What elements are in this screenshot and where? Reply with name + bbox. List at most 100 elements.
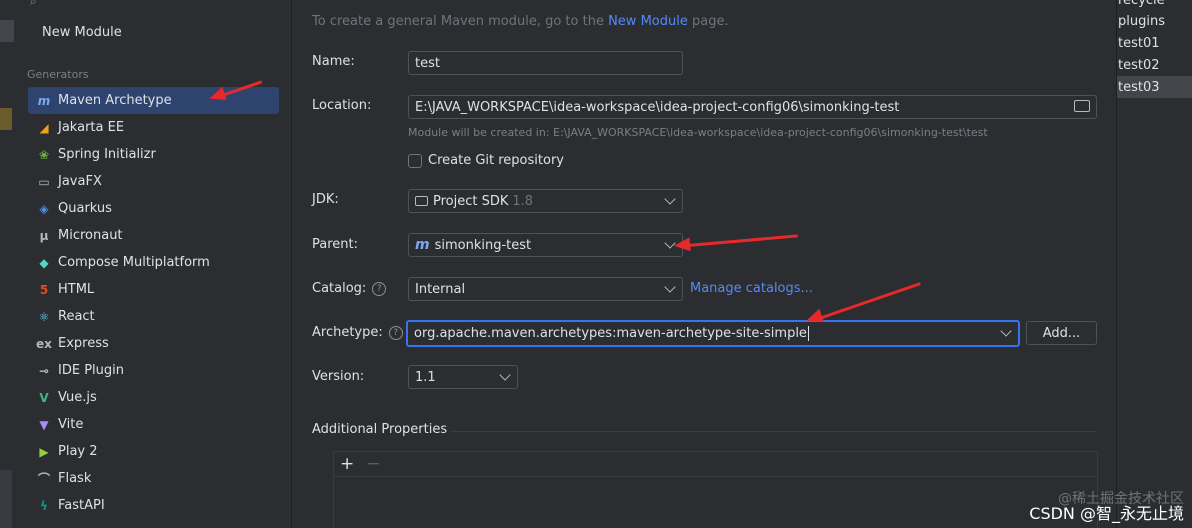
generators-sidebar: ⌕ New Module Generators m Maven Archetype…	[16, 0, 292, 528]
jdk-select[interactable]: Project SDK 1.8	[408, 189, 683, 213]
parent-value: simonking-test	[434, 237, 532, 253]
express-icon: ex	[36, 336, 52, 351]
additional-properties-title: Additional Properties	[312, 422, 448, 437]
name-value: test	[415, 55, 440, 71]
jdk-value: Project SDK	[433, 193, 509, 209]
generators-section-label: Generators	[27, 68, 89, 81]
add-archetype-button[interactable]: Add...	[1026, 321, 1097, 345]
jdk-label: JDK:	[312, 192, 339, 207]
jakarta-icon: ◢	[39, 120, 49, 135]
chevron-down-icon	[499, 369, 511, 381]
create-git-checkbox[interactable]	[408, 154, 422, 168]
plugin-icon: ⊸	[38, 363, 50, 378]
generator-label: JavaFX	[58, 174, 102, 189]
edge-marker	[0, 470, 12, 528]
manage-catalogs-link[interactable]: Manage catalogs...	[690, 281, 813, 296]
generator-label: FastAPI	[58, 498, 105, 513]
catalog-label: Catalog:?	[312, 281, 387, 296]
generator-label: IDE Plugin	[58, 363, 124, 378]
generator-item[interactable]: ϟ FastAPI	[28, 492, 279, 519]
properties-table: + −	[333, 451, 1098, 528]
generator-label: Compose Multiplatform	[58, 255, 210, 270]
generator-label: Play 2	[58, 444, 98, 459]
help-icon[interactable]: ?	[372, 281, 387, 296]
generator-item[interactable]: 5 HTML	[28, 276, 279, 303]
name-input[interactable]: test	[408, 51, 683, 75]
chevron-down-icon	[664, 193, 676, 205]
location-input[interactable]: E:\JAVA_WORKSPACE\idea-workspace\idea-pr…	[408, 95, 1097, 119]
chevron-down-icon	[664, 281, 676, 293]
spring-icon: ❀	[38, 147, 50, 162]
help-icon[interactable]: ?	[388, 325, 403, 340]
html5-icon: 5	[39, 282, 49, 297]
compose-icon: ◆	[39, 255, 49, 270]
generator-item[interactable]: ⊸ IDE Plugin	[28, 357, 279, 384]
generator-item[interactable]: ▼ Vite	[28, 411, 279, 438]
generator-label: Vue.js	[58, 390, 97, 405]
generator-label: HTML	[58, 282, 95, 297]
search-icon[interactable]: ⌕	[30, 0, 37, 9]
module-form: To create a general Maven module, go to …	[292, 0, 1116, 528]
fastapi-icon: ϟ	[40, 498, 48, 513]
maven-icon: m	[415, 237, 430, 253]
generator-item[interactable]: m Maven Archetype	[28, 87, 279, 114]
generator-label: Jakarta EE	[58, 120, 125, 135]
micronaut-icon: μ	[39, 228, 49, 243]
section-divider	[450, 431, 1096, 432]
flask-icon: ⌒	[37, 472, 50, 486]
generator-item[interactable]: ❀ Spring Initializr	[28, 141, 279, 168]
project-tree-item[interactable]: test03	[1117, 76, 1192, 98]
generator-item[interactable]: V Vue.js	[28, 384, 279, 411]
new-module-link[interactable]: New Module	[608, 14, 688, 29]
location-hint: Module will be created in: E:\JAVA_WORKS…	[408, 126, 988, 139]
remove-property-icon: −	[366, 454, 381, 474]
left-edge-strip	[0, 0, 16, 528]
generator-item[interactable]: ◢ Jakarta EE	[28, 114, 279, 141]
create-git-label[interactable]: Create Git repository	[428, 153, 564, 168]
catalog-select[interactable]: Internal	[408, 277, 683, 301]
catalog-value: Internal	[415, 281, 466, 297]
edge-marker	[0, 20, 14, 42]
add-property-icon[interactable]: +	[340, 454, 354, 474]
generator-list: m Maven Archetype ◢ Jakarta EE ❀ Spring Initi…	[28, 87, 279, 519]
generator-label: React	[58, 309, 95, 324]
hint-text: To create a general Maven module, go to …	[312, 14, 609, 29]
name-label: Name:	[312, 54, 355, 69]
generator-item[interactable]: ▶ Play 2	[28, 438, 279, 465]
generator-item[interactable]: ex Express	[28, 330, 279, 357]
project-tree-item[interactable]: plugins	[1117, 10, 1192, 32]
generator-item[interactable]: μ Micronaut	[28, 222, 279, 249]
archetype-value: org.apache.maven.archetypes:maven-archet…	[414, 326, 807, 341]
generator-label: Maven Archetype	[58, 93, 172, 108]
sdk-folder-icon	[415, 196, 428, 206]
parent-label: Parent:	[312, 237, 358, 252]
generator-label: Vite	[58, 417, 84, 432]
project-tree-item[interactable]: test01	[1117, 32, 1192, 54]
generator-label: Micronaut	[58, 228, 123, 243]
generator-item[interactable]: ◆ Compose Multiplatform	[28, 249, 279, 276]
new-module-item[interactable]: New Module	[42, 25, 122, 40]
hint-text-end: page.	[687, 14, 729, 29]
archetype-combobox[interactable]: org.apache.maven.archetypes:maven-archet…	[406, 320, 1020, 347]
react-icon: ⚛	[38, 309, 50, 324]
jdk-version: 1.8	[512, 193, 534, 209]
archetype-label: Archetype:?	[312, 325, 403, 340]
project-tree-item[interactable]: test02	[1117, 54, 1192, 76]
parent-select[interactable]: m simonking-test	[408, 233, 683, 257]
maven-hint: To create a general Maven module, go to …	[312, 14, 729, 29]
vite-icon: ▼	[39, 417, 49, 432]
version-select[interactable]: 1.1	[408, 365, 518, 389]
generator-item[interactable]: ⌒ Flask	[28, 465, 279, 492]
edge-marker	[0, 108, 12, 130]
generator-item[interactable]: ▭ JavaFX	[28, 168, 279, 195]
folder-icon[interactable]	[1074, 100, 1090, 112]
maven-icon: m	[37, 93, 51, 108]
catalog-label-text: Catalog:	[312, 281, 367, 296]
location-label: Location:	[312, 98, 372, 113]
generator-label: Express	[58, 336, 109, 351]
generator-item[interactable]: ◈ Quarkus	[28, 195, 279, 222]
generator-item[interactable]: ⚛ React	[28, 303, 279, 330]
generator-label: Quarkus	[58, 201, 112, 216]
watermark-csdn: CSDN @智_永无止境	[1029, 504, 1184, 523]
chevron-down-icon	[1000, 325, 1012, 337]
